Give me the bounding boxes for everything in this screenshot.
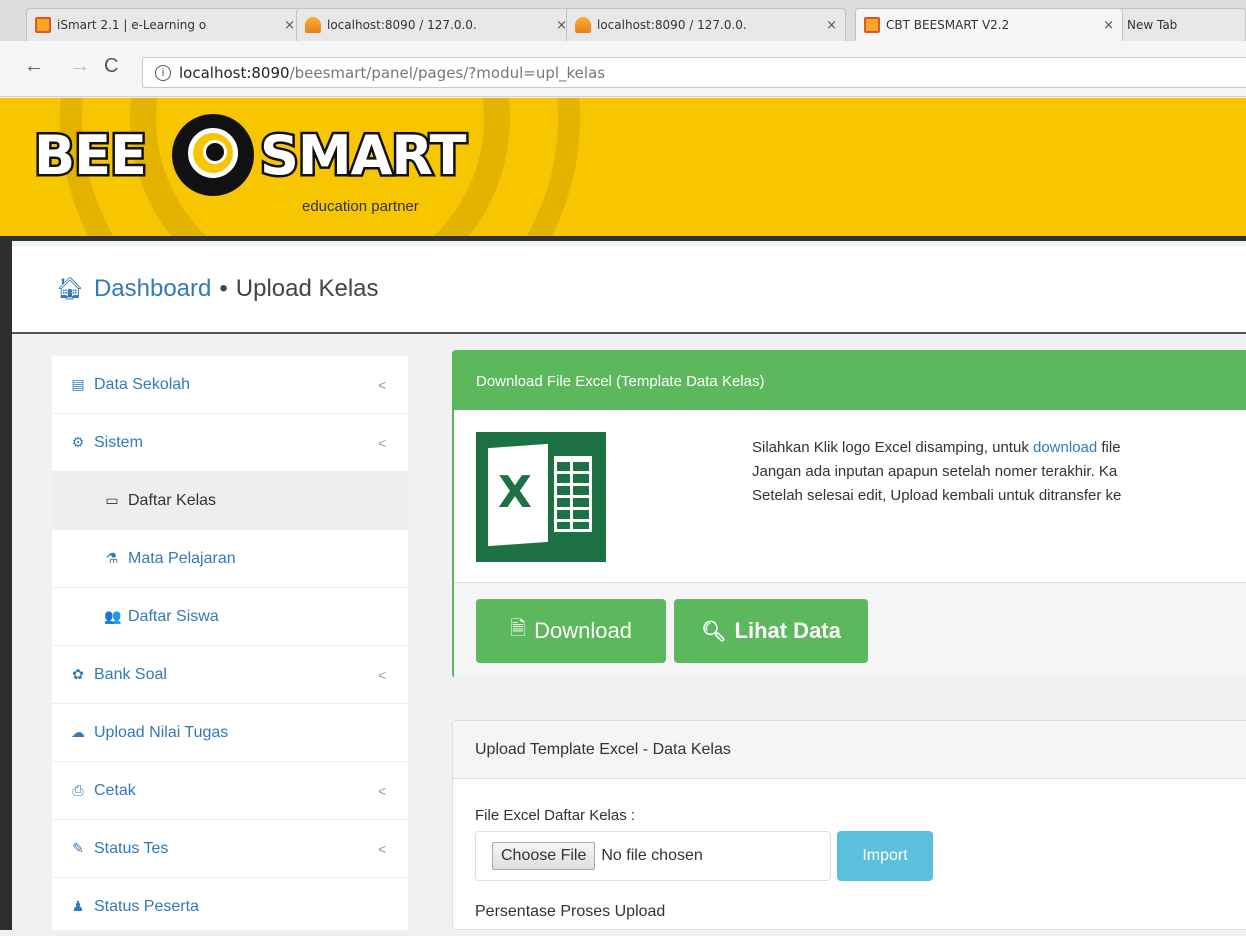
download-panel: Download File Excel (Template Data Kelas… <box>452 350 1246 678</box>
info-icon[interactable]: i <box>155 64 171 81</box>
logo-text-right: SMART <box>257 122 468 190</box>
browser-tab-localhost-1[interactable]: localhost:8090 / 127.0.0. × <box>296 8 576 41</box>
forward-arrow-icon[interactable]: → <box>70 55 90 78</box>
file-field-label: File Excel Daftar Kelas : <box>475 807 636 824</box>
chevron-left-icon: < <box>378 782 387 799</box>
banner-divider <box>0 236 1246 241</box>
chevron-left-icon: < <box>378 376 387 393</box>
sidebar-item-label: Data Sekolah <box>94 375 191 393</box>
instruction-line-1: Silahkan Klik logo Excel disamping, untu… <box>752 439 1033 456</box>
back-arrow-icon[interactable]: ← <box>24 55 44 78</box>
sidebar-item-cetak[interactable]: ⎙ Cetak < <box>52 762 408 820</box>
download-instructions: Silahkan Klik logo Excel disamping, untu… <box>752 436 1121 508</box>
tab-label: CBT BEESMART V2.2 <box>886 18 1010 32</box>
browser-tab-beesmart[interactable]: CBT BEESMART V2.2 × <box>855 8 1123 41</box>
browser-tab-new[interactable]: New Tab <box>1118 8 1246 41</box>
tab-label: iSmart 2.1 | e-Learning o <box>57 18 207 32</box>
instruction-line-2: Jangan ada inputan apapun setelah nomer … <box>752 463 1118 480</box>
url-path: /beesmart/panel/pages/?modul=upl_kelas <box>289 63 606 82</box>
sidebar-item-label: Status Tes <box>94 839 169 857</box>
upload-panel-heading: Upload Template Excel - Data Kelas <box>453 721 1246 779</box>
sidebar-item-label: Daftar Kelas <box>128 491 217 509</box>
sidebar-item-bank-soal[interactable]: ✿ Bank Soal < <box>52 646 408 704</box>
list-icon: ▭ <box>105 492 119 508</box>
sidebar-item-mata-pelajaran[interactable]: ⚗ Mata Pelajaran <box>52 530 408 588</box>
gear-icon: ✿ <box>72 666 84 682</box>
breadcrumb-dashboard-link[interactable]: Dashboard <box>94 275 211 303</box>
sidebar-item-data-sekolah[interactable]: ▤ Data Sekolah < <box>52 356 408 414</box>
logo-tagline: education partner <box>302 198 419 215</box>
sidebar-item-label: Sistem <box>94 433 143 451</box>
browser-tab-localhost-2[interactable]: localhost:8090 / 127.0.0. × <box>566 8 846 41</box>
eye-logo-icon <box>172 114 254 196</box>
phpmyadmin-favicon-icon <box>575 17 591 33</box>
sidebar-item-status-tes[interactable]: ✎ Status Tes < <box>52 820 408 878</box>
file-input[interactable]: Choose File No file chosen <box>475 831 831 881</box>
download-button-label: Download <box>534 618 632 643</box>
close-icon[interactable]: × <box>1103 18 1114 33</box>
chevron-left-icon: < <box>378 840 387 857</box>
sidebar-item-label: Status Peserta <box>94 897 199 915</box>
sidebar: ▤ Data Sekolah < ⚙ Sistem < ▭ Daftar Kel… <box>52 356 408 936</box>
chevron-left-icon: < <box>378 434 387 451</box>
sidebar-item-daftar-kelas[interactable]: ▭ Daftar Kelas <box>52 472 408 530</box>
view-data-button-label: Lihat Data <box>734 618 841 643</box>
users-icon: 👥 <box>104 608 122 624</box>
beesmart-favicon-icon <box>864 17 880 33</box>
excel-letter: X <box>498 467 532 518</box>
sidebar-item-label: Daftar Siswa <box>128 607 219 625</box>
breadcrumb-separator: • <box>219 275 228 302</box>
cloud-upload-icon: ☁ <box>71 724 85 740</box>
beesmart-favicon-icon <box>35 17 51 33</box>
close-icon[interactable]: × <box>826 18 837 33</box>
beesmart-logo[interactable]: BEE SMART education partner <box>32 114 484 224</box>
excel-logo-icon[interactable]: X <box>476 432 606 562</box>
left-rail <box>0 241 12 930</box>
reload-icon[interactable]: C <box>104 55 118 78</box>
phpmyadmin-favicon-icon <box>305 17 321 33</box>
tab-label: New Tab <box>1127 18 1178 32</box>
browser-tab-ismart[interactable]: iSmart 2.1 | e-Learning o × <box>26 8 304 41</box>
instruction-line-1-end: file <box>1097 439 1121 456</box>
choose-file-button[interactable]: Choose File <box>492 842 596 870</box>
download-panel-heading: Download File Excel (Template Data Kelas… <box>454 352 1246 410</box>
sidebar-item-daftar-siswa[interactable]: 👥 Daftar Siswa <box>52 588 408 646</box>
download-button[interactable]: 🗎 Download <box>476 599 666 663</box>
flask-icon: ⚗ <box>105 550 119 566</box>
download-text-link[interactable]: download <box>1033 439 1097 456</box>
sidebar-item-sistem[interactable]: ⚙ Sistem < <box>52 414 408 472</box>
search-icon: 🔍︎ <box>701 620 727 643</box>
edit-icon: ✎ <box>72 840 84 856</box>
tab-label: localhost:8090 / 127.0.0. <box>327 18 477 32</box>
logo-text-left: BEE <box>32 122 150 190</box>
view-data-button[interactable]: 🔍︎ Lihat Data <box>674 599 868 663</box>
excel-file-icon: 🗎 <box>510 618 527 640</box>
cogs-icon: ⚙ <box>71 434 85 450</box>
import-button[interactable]: Import <box>837 831 933 881</box>
sidebar-item-label: Cetak <box>94 781 136 799</box>
close-icon[interactable]: × <box>284 18 295 33</box>
url-host: localhost:8090 <box>179 63 290 82</box>
download-panel-footer: 🗎 Download 🔍︎ Lihat Data <box>454 582 1246 678</box>
sidebar-item-status-peserta[interactable]: ♟ Status Peserta <box>52 878 408 936</box>
page-title: Upload Kelas <box>235 275 379 302</box>
url-input[interactable]: i localhost:8090/beesmart/panel/pages/?m… <box>142 57 1246 88</box>
upload-panel: Upload Template Excel - Data Kelas File … <box>452 720 1246 930</box>
print-icon: ⎙ <box>72 782 84 798</box>
sidebar-item-upload-nilai-tugas[interactable]: ☁ Upload Nilai Tugas <box>52 704 408 762</box>
sidebar-item-label: Upload Nilai Tugas <box>94 723 229 741</box>
sidebar-item-label: Mata Pelajaran <box>128 549 236 567</box>
chevron-left-icon: < <box>378 666 387 683</box>
no-file-text: No file chosen <box>601 847 703 864</box>
breadcrumb: 🏠︎ Dashboard • Upload Kelas <box>12 246 1246 334</box>
user-icon: ♟ <box>71 898 85 914</box>
home-icon[interactable]: 🏠︎ <box>56 276 84 302</box>
upload-progress-label: Persentase Proses Upload <box>475 903 666 920</box>
sidebar-item-label: Bank Soal <box>94 665 167 683</box>
instruction-line-3: Setelah selesai edit, Upload kembali unt… <box>752 487 1122 504</box>
building-icon: ▤ <box>71 376 85 392</box>
tab-label: localhost:8090 / 127.0.0. <box>597 18 747 32</box>
